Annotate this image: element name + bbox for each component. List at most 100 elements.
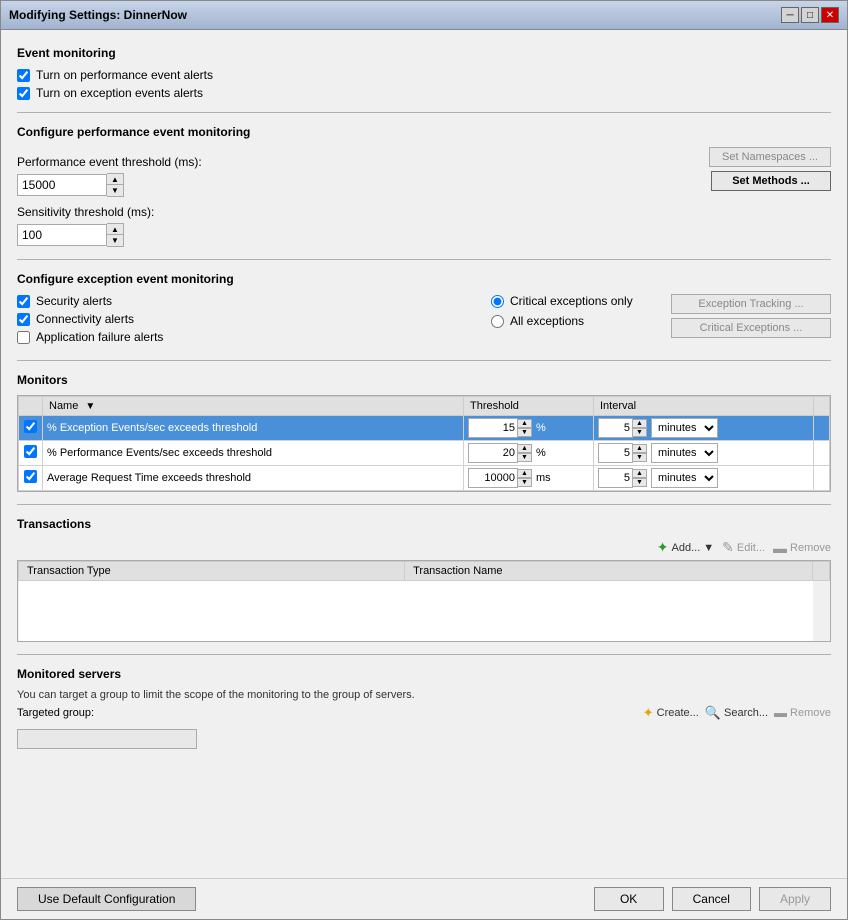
- transactions-toolbar: ✦ Add... ▼ ✎ Edit... ▬ Remove: [17, 539, 831, 556]
- remove-server-button[interactable]: ▬ Remove: [774, 705, 831, 720]
- transactions-empty-row: [19, 581, 830, 641]
- set-methods-button[interactable]: Set Methods ...: [711, 171, 831, 191]
- divider-3: [17, 360, 831, 361]
- appfailure-alerts-label: Application failure alerts: [36, 330, 163, 344]
- exception-tracking-button[interactable]: Exception Tracking ...: [671, 294, 831, 314]
- transactions-table: Transaction Type Transaction Name: [18, 561, 830, 641]
- create-server-button[interactable]: ✦ Create...: [643, 705, 699, 721]
- monitor-row-1-threshold-cell: ▲ ▼ %: [468, 443, 589, 463]
- main-content: Event monitoring Turn on performance eve…: [1, 30, 847, 878]
- edit-button[interactable]: ✎ Edit...: [722, 539, 765, 556]
- monitor-row-1-name: % Performance Events/sec exceeds thresho…: [43, 441, 464, 466]
- monitor-row-0-interval: ▲ ▼ minutes seconds hours: [594, 416, 814, 441]
- security-alerts-checkbox[interactable]: [17, 295, 30, 308]
- monitor-row-1-check-cell: [19, 441, 43, 466]
- remove-label: Remove: [790, 542, 831, 554]
- col-header-scroll: [814, 397, 830, 416]
- critical-exceptions-button[interactable]: Critical Exceptions ...: [671, 318, 831, 338]
- title-bar-buttons: ─ □ ✕: [781, 7, 839, 23]
- exception-monitoring-section: Configure exception event monitoring Sec…: [17, 272, 831, 348]
- transactions-title: Transactions: [17, 517, 831, 531]
- threshold-up-btn[interactable]: ▲: [107, 174, 123, 185]
- monitor-row-2-check-cell: [19, 466, 43, 491]
- transactions-table-container: Transaction Type Transaction Name: [17, 560, 831, 642]
- monitor-row-1-interval-up[interactable]: ▲: [633, 444, 647, 453]
- monitor-row-0-threshold-input[interactable]: [468, 418, 518, 438]
- divider-4: [17, 504, 831, 505]
- perf-alerts-checkbox[interactable]: [17, 69, 30, 82]
- remove-icon: ▬: [773, 540, 787, 556]
- remove-server-label: Remove: [790, 707, 831, 719]
- cancel-button[interactable]: Cancel: [672, 887, 751, 911]
- threshold-input[interactable]: [17, 174, 107, 196]
- trans-col-type: Transaction Type: [19, 562, 405, 581]
- add-button[interactable]: ✦ Add... ▼: [657, 539, 714, 556]
- monitor-row-0-name: % Exception Events/sec exceeds threshold: [43, 416, 464, 441]
- monitor-row-1-interval-select[interactable]: minutes seconds hours: [651, 443, 718, 463]
- monitor-row-2-interval-down[interactable]: ▼: [633, 478, 647, 487]
- monitor-row-0-interval-input[interactable]: [598, 418, 633, 438]
- all-exceptions-radio[interactable]: [491, 315, 504, 328]
- exception-alerts-checkbox[interactable]: [17, 87, 30, 100]
- monitor-row-2-interval-input[interactable]: [598, 468, 633, 488]
- sensitivity-down-btn[interactable]: ▼: [107, 235, 123, 246]
- monitor-row-2-threshold-input[interactable]: [468, 468, 518, 488]
- monitor-row-1-interval-input[interactable]: [598, 443, 633, 463]
- main-window: Modifying Settings: DinnerNow ─ □ ✕ Even…: [0, 0, 848, 920]
- monitor-row-2-checkbox[interactable]: [24, 470, 37, 483]
- security-alerts-row: Security alerts: [17, 294, 471, 308]
- threshold-down-btn[interactable]: ▼: [107, 185, 123, 196]
- monitor-row-2-interval: ▲ ▼ minutes seconds hours: [594, 466, 814, 491]
- monitor-row-0-checkbox[interactable]: [24, 420, 37, 433]
- col-header-name[interactable]: Name ▼: [43, 397, 464, 416]
- exception-alerts-row: Turn on exception events alerts: [17, 86, 831, 100]
- divider-2: [17, 259, 831, 260]
- threshold-label: Performance event threshold (ms):: [17, 155, 671, 169]
- monitors-section: Monitors Name ▼ Threshold Interval: [17, 373, 831, 492]
- name-sort-icon: ▼: [85, 401, 95, 412]
- close-button[interactable]: ✕: [821, 7, 839, 23]
- monitor-row-0-threshold-up[interactable]: ▲: [518, 419, 532, 428]
- monitor-row-1-checkbox[interactable]: [24, 445, 37, 458]
- monitor-row-1-threshold-input[interactable]: [468, 443, 518, 463]
- add-label: Add...: [672, 542, 701, 554]
- all-exceptions-label: All exceptions: [510, 314, 584, 328]
- critical-exceptions-radio[interactable]: [491, 295, 504, 308]
- search-server-button[interactable]: 🔍 Search...: [705, 705, 768, 721]
- monitor-row-2-threshold-down[interactable]: ▼: [518, 478, 532, 487]
- monitor-row-1-interval-down[interactable]: ▼: [633, 453, 647, 462]
- window-title: Modifying Settings: DinnerNow: [9, 8, 187, 22]
- appfailure-alerts-checkbox[interactable]: [17, 331, 30, 344]
- perf-monitoring-title: Configure performance event monitoring: [17, 125, 831, 139]
- use-default-button[interactable]: Use Default Configuration: [17, 887, 196, 911]
- targeted-group-input[interactable]: [17, 729, 197, 749]
- monitor-row-0-interval-select[interactable]: minutes seconds hours: [651, 418, 718, 438]
- monitor-row-0-interval-up[interactable]: ▲: [633, 419, 647, 428]
- monitor-row-2-interval-select[interactable]: minutes seconds hours: [651, 468, 718, 488]
- remove-transactions-button[interactable]: ▬ Remove: [773, 540, 831, 556]
- minimize-button[interactable]: ─: [781, 7, 799, 23]
- remove-server-icon: ▬: [774, 705, 787, 720]
- sensitivity-input[interactable]: [17, 224, 107, 246]
- sensitivity-up-btn[interactable]: ▲: [107, 224, 123, 235]
- monitor-row-1-threshold-down[interactable]: ▼: [518, 453, 532, 462]
- create-label: Create...: [657, 707, 699, 719]
- monitor-row-0-interval-down[interactable]: ▼: [633, 428, 647, 437]
- monitor-row-2-interval-up[interactable]: ▲: [633, 469, 647, 478]
- perf-monitoring-right: Set Namespaces ... Set Methods ...: [671, 147, 831, 191]
- connectivity-alerts-checkbox[interactable]: [17, 313, 30, 326]
- monitor-row-1-threshold-up[interactable]: ▲: [518, 444, 532, 453]
- col-header-threshold: Threshold: [464, 397, 594, 416]
- monitor-row-0-threshold-down[interactable]: ▼: [518, 428, 532, 437]
- edit-icon: ✎: [722, 539, 734, 556]
- set-namespaces-button[interactable]: Set Namespaces ...: [709, 147, 831, 167]
- monitor-row-1-interval: ▲ ▼ minutes seconds hours: [594, 441, 814, 466]
- perf-monitoring-section: Configure performance event monitoring P…: [17, 125, 831, 247]
- ok-button[interactable]: OK: [594, 887, 664, 911]
- maximize-button[interactable]: □: [801, 7, 819, 23]
- divider-1: [17, 112, 831, 113]
- connectivity-alerts-row: Connectivity alerts: [17, 312, 471, 326]
- monitor-row-2-threshold-up[interactable]: ▲: [518, 469, 532, 478]
- apply-button[interactable]: Apply: [759, 887, 831, 911]
- sensitivity-spinner-container: ▲ ▼: [17, 223, 671, 247]
